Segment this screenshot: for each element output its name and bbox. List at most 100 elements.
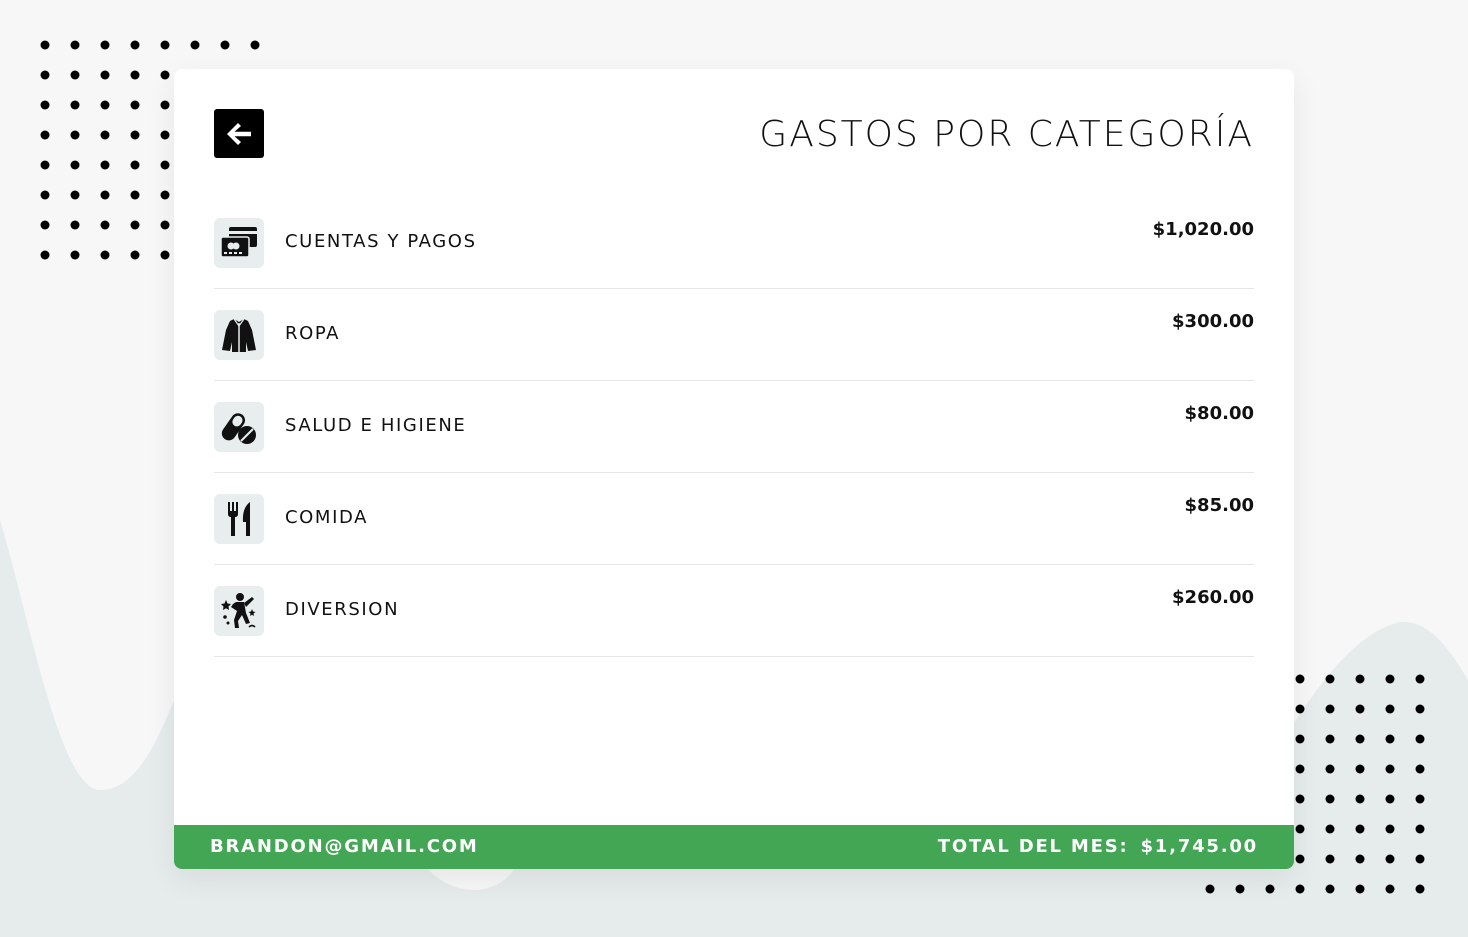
decorative-dot [70, 70, 80, 80]
decorative-dot [70, 250, 80, 260]
decorative-dot [160, 190, 170, 200]
decorative-dot [130, 40, 140, 50]
decorative-dot [1295, 734, 1305, 744]
decorative-dot [40, 100, 50, 110]
decorative-dot [1325, 884, 1335, 894]
decorative-dot [250, 40, 260, 50]
jacket-icon [214, 310, 264, 360]
decorative-dot [40, 220, 50, 230]
decorative-dot [1385, 734, 1395, 744]
decorative-dot [100, 40, 110, 50]
decorative-dot [1355, 854, 1365, 864]
decorative-dot [100, 130, 110, 140]
decorative-dot [100, 70, 110, 80]
decorative-dot [1415, 794, 1425, 804]
decorative-dot [1295, 854, 1305, 864]
decorative-dot [100, 190, 110, 200]
category-amount: $80.00 [1184, 403, 1254, 424]
decorative-dot [160, 160, 170, 170]
decorative-dot [70, 160, 80, 170]
decorative-dot [1325, 854, 1335, 864]
decorative-dot [130, 250, 140, 260]
decorative-dot [1295, 674, 1305, 684]
decorative-dot [40, 250, 50, 260]
decorative-dot [160, 130, 170, 140]
decorative-dot [1325, 794, 1335, 804]
arrow-left-icon [227, 122, 251, 145]
category-label: ROPA [285, 323, 341, 344]
monthly-total: TOTAL DEL MES: $1,745.00 [938, 836, 1258, 857]
bills-cards-icon [214, 218, 264, 268]
expenses-card: GASTOS POR CATEGORÍA CUENTAS Y PAGOS $1,… [174, 69, 1294, 869]
decorative-dot [160, 70, 170, 80]
decorative-dot [1385, 794, 1395, 804]
footer-bar: BRANDON@GMAIL.COM TOTAL DEL MES: $1,745.0… [174, 825, 1294, 869]
category-amount: $300.00 [1172, 311, 1254, 332]
category-amount: $1,020.00 [1152, 219, 1254, 240]
decorative-dot [40, 40, 50, 50]
decorative-dot [1355, 884, 1365, 894]
decorative-dot [130, 70, 140, 80]
dancing-person-icon [214, 586, 264, 636]
total-label: TOTAL DEL MES: [937, 836, 1129, 857]
decorative-dot [1265, 884, 1275, 894]
decorative-dot [40, 160, 50, 170]
decorative-dot [130, 130, 140, 140]
category-row-salud[interactable]: SALUD E HIGIENE $80.00 [214, 381, 1254, 473]
decorative-dot [1415, 884, 1425, 894]
category-label: SALUD E HIGIENE [285, 415, 467, 436]
decorative-dot [1295, 884, 1305, 894]
decorative-dot [1385, 854, 1395, 864]
decorative-dot [1355, 824, 1365, 834]
decorative-dot [100, 160, 110, 170]
decorative-dot [1385, 704, 1395, 714]
category-row-cuentas[interactable]: CUENTAS Y PAGOS $1,020.00 [214, 197, 1254, 289]
decorative-dot [130, 160, 140, 170]
category-row-ropa[interactable]: ROPA $300.00 [214, 289, 1254, 381]
decorative-dot [160, 40, 170, 50]
category-list: CUENTAS Y PAGOS $1,020.00 ROPA $300.00 S… [214, 197, 1254, 657]
decorative-dot [40, 130, 50, 140]
decorative-dot [1325, 674, 1335, 684]
decorative-dot [1355, 764, 1365, 774]
decorative-dot [1385, 884, 1395, 894]
decorative-dot [1325, 734, 1335, 744]
decorative-dot [1325, 764, 1335, 774]
page-title: GASTOS POR CATEGORÍA [759, 114, 1254, 155]
decorative-dot [40, 190, 50, 200]
decorative-dot [1385, 824, 1395, 834]
decorative-dot [1355, 734, 1365, 744]
decorative-dot [220, 40, 230, 50]
decorative-dot [190, 40, 200, 50]
decorative-dot [1415, 674, 1425, 684]
category-row-comida[interactable]: COMIDA $85.00 [214, 473, 1254, 565]
decorative-dot [130, 190, 140, 200]
back-button[interactable] [214, 109, 264, 158]
category-amount: $85.00 [1184, 495, 1254, 516]
decorative-dot [1325, 824, 1335, 834]
decorative-dot [70, 130, 80, 140]
decorative-dot [1415, 824, 1425, 834]
decorative-dot [1355, 704, 1365, 714]
decorative-dot [40, 70, 50, 80]
category-label: DIVERSION [285, 599, 400, 620]
decorative-dot [1295, 794, 1305, 804]
decorative-dot [130, 220, 140, 230]
decorative-dot [100, 220, 110, 230]
decorative-dot [100, 100, 110, 110]
decorative-dot [130, 100, 140, 110]
decorative-dot [1385, 674, 1395, 684]
category-amount: $260.00 [1172, 587, 1254, 608]
category-row-diversion[interactable]: DIVERSION $260.00 [214, 565, 1254, 657]
decorative-dot [160, 250, 170, 260]
decorative-dot [1415, 764, 1425, 774]
decorative-dot [160, 100, 170, 110]
decorative-dot [1355, 794, 1365, 804]
decorative-dot [1295, 824, 1305, 834]
decorative-dot [70, 190, 80, 200]
decorative-dot [1415, 854, 1425, 864]
decorative-dot [1415, 734, 1425, 744]
decorative-dot [1295, 704, 1305, 714]
decorative-dot [1385, 764, 1395, 774]
decorative-dot [1415, 704, 1425, 714]
